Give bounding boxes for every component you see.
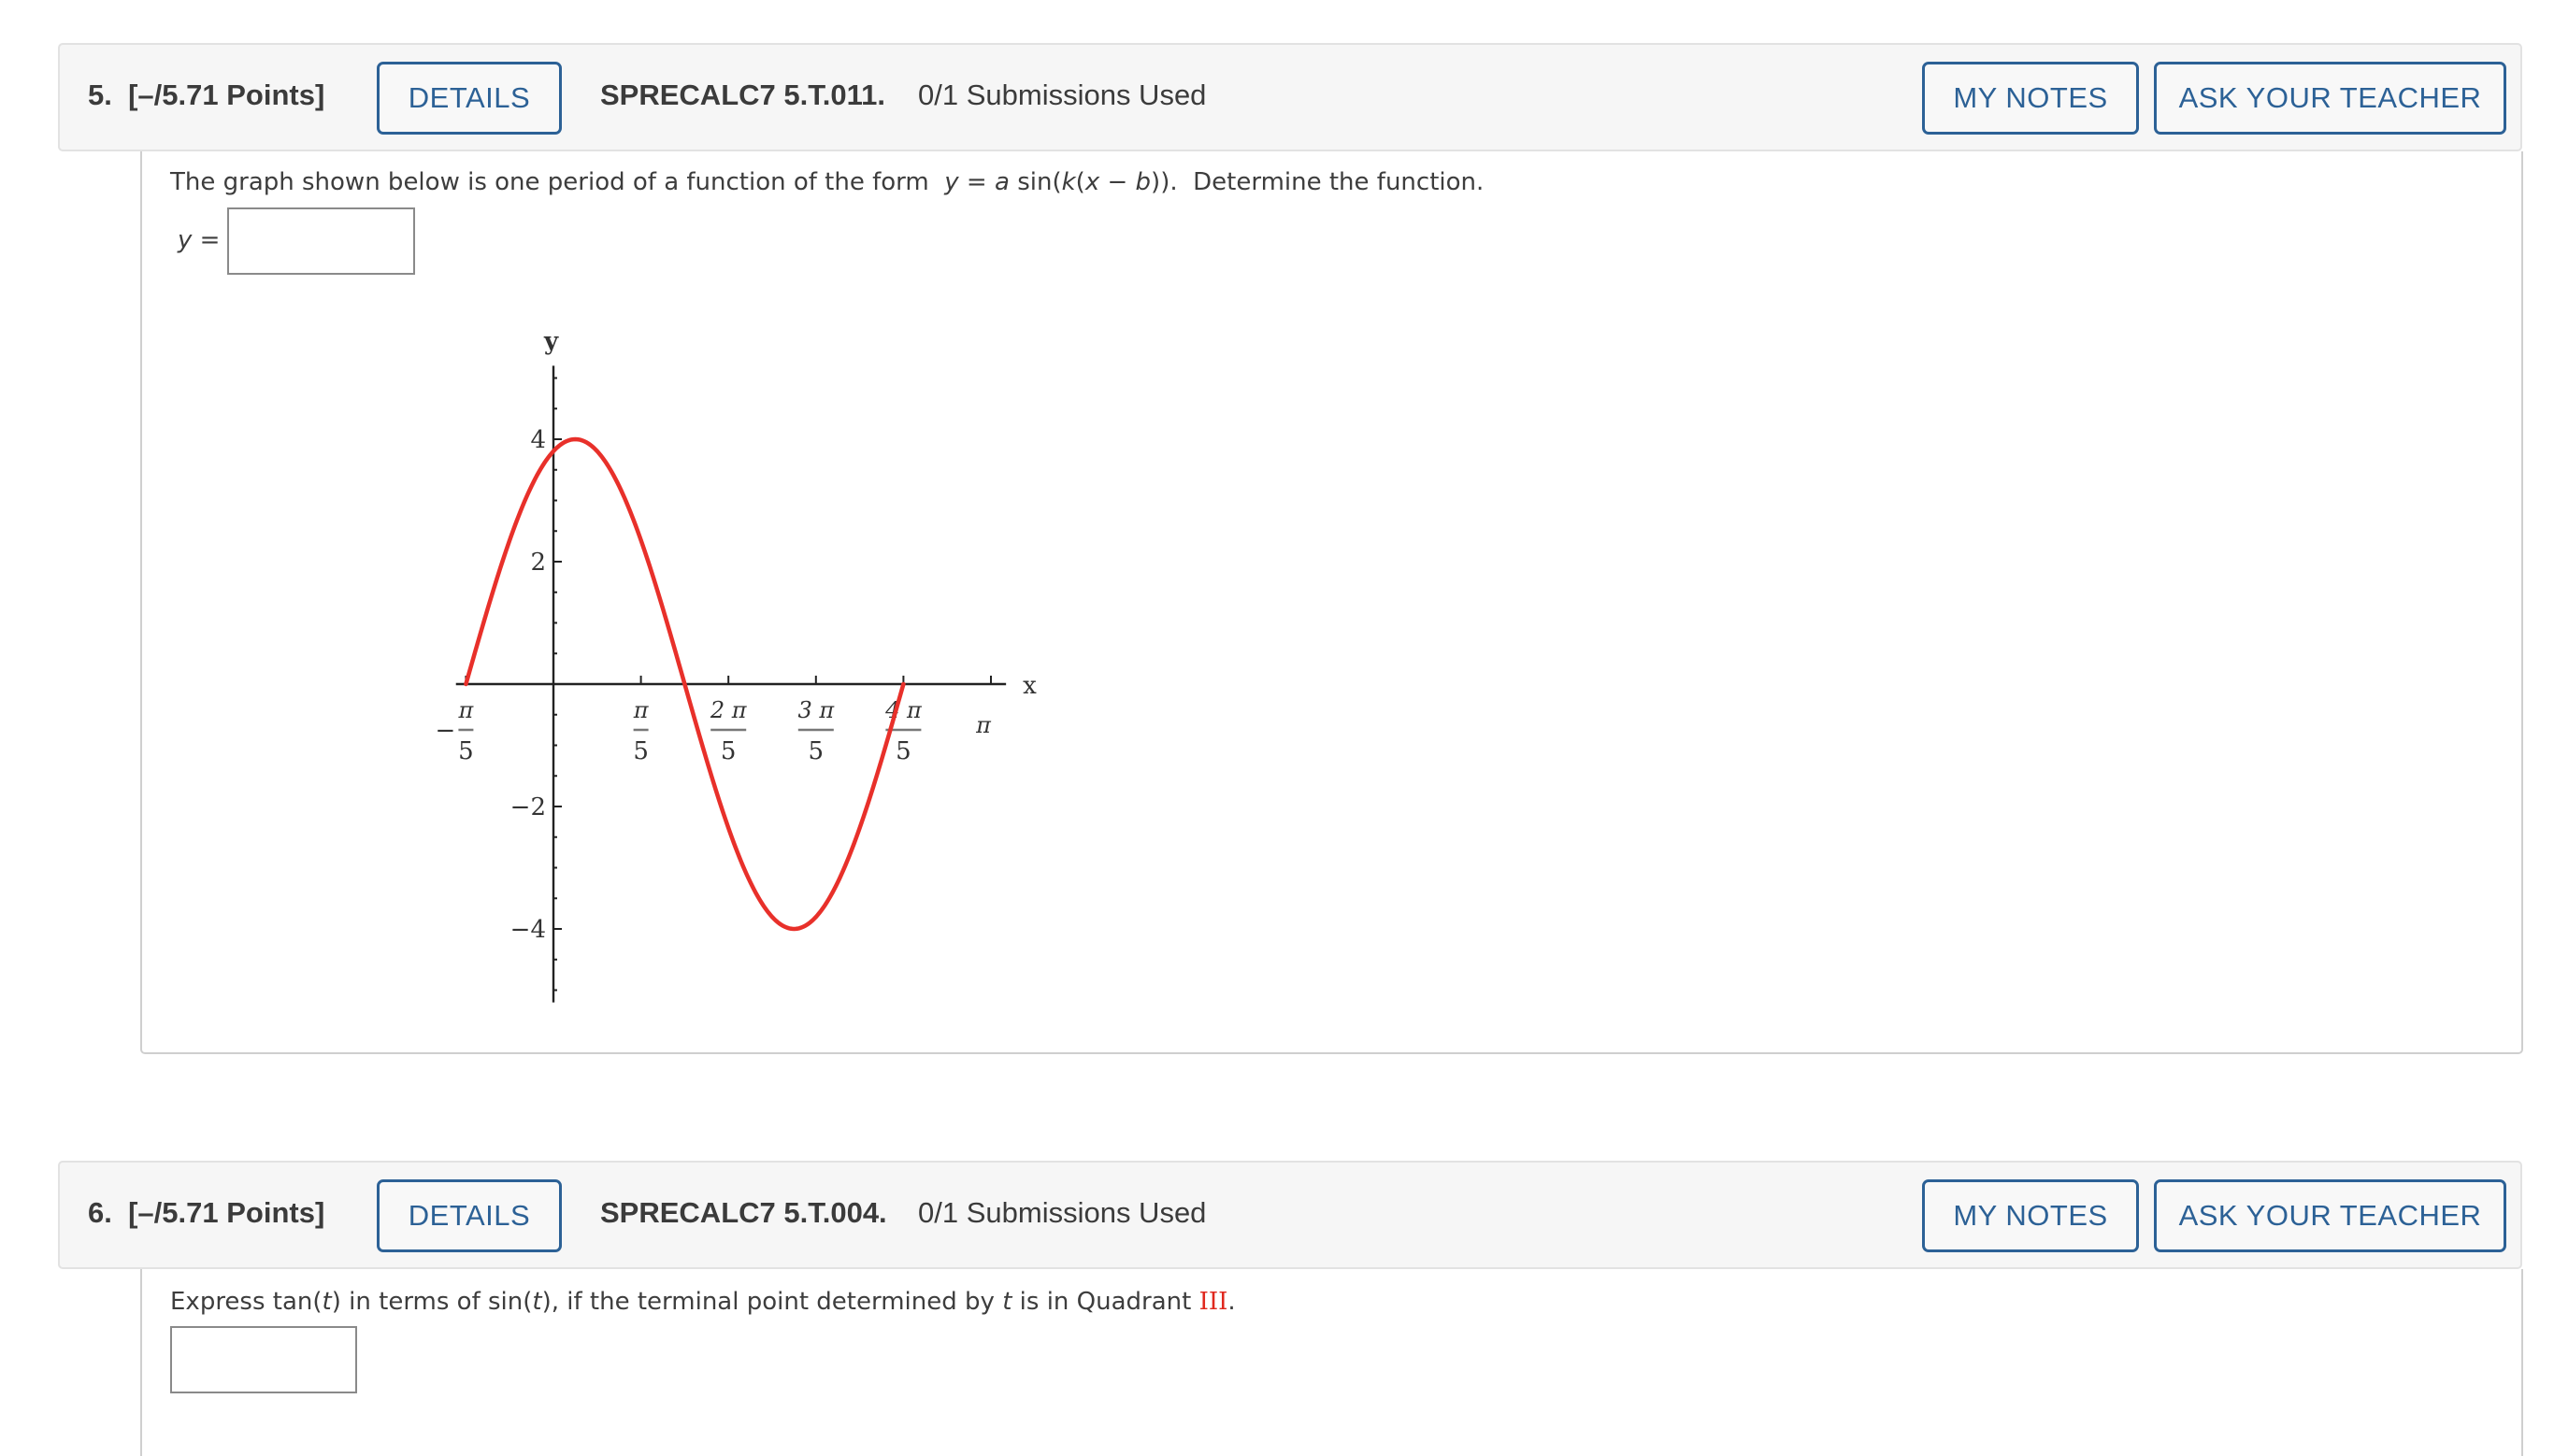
question-6-details-button[interactable]: DETAILS: [377, 1179, 562, 1252]
question-6-code: SPRECALC7 5.T.004.: [600, 1196, 887, 1229]
x-tick-numerator: π: [633, 697, 650, 723]
y-tick-label: 2: [530, 549, 546, 577]
x-tick-denominator: 5: [721, 737, 737, 765]
question-6-body: Express tan(t) in terms of sin(t), if th…: [140, 1269, 2523, 1456]
x-tick-numerator: 2 π: [710, 697, 748, 723]
question-6-my-notes-button[interactable]: MY NOTES: [1922, 1179, 2139, 1252]
y-axis-label: y: [543, 327, 559, 355]
question-6-submissions: 0/1 Submissions Used: [918, 1196, 1207, 1229]
x-tick-denominator: 5: [809, 737, 825, 765]
x-tick-numerator: π: [458, 697, 475, 723]
question-6-header: 6. [–/5.71 Points] DETAILS SPRECALC7 5.T…: [58, 1161, 2522, 1269]
x-axis-label: x: [1023, 672, 1037, 700]
x-tick-sign: −: [436, 717, 456, 745]
y-tick-label: −4: [510, 916, 546, 944]
x-tick-denominator: 5: [896, 737, 911, 765]
quadrant-numeral: III: [1198, 1288, 1228, 1316]
question-6-ask-teacher-button[interactable]: ASK YOUR TEACHER: [2154, 1179, 2506, 1252]
x-tick-numerator: 3 π: [797, 697, 835, 723]
x-tick-denominator: 5: [458, 737, 474, 765]
question-6-points: 6. [–/5.71 Points]: [88, 1196, 325, 1229]
x-tick-label: π: [975, 712, 992, 738]
question-6-prompt: Express tan(t) in terms of sin(t), if th…: [170, 1288, 1236, 1316]
x-tick-denominator: 5: [633, 737, 649, 765]
question-6-answer-input[interactable]: [170, 1326, 357, 1393]
x-tick-numerator: 4 π: [884, 697, 923, 723]
y-tick-label: −2: [510, 793, 546, 821]
y-tick-label: 4: [530, 426, 546, 454]
